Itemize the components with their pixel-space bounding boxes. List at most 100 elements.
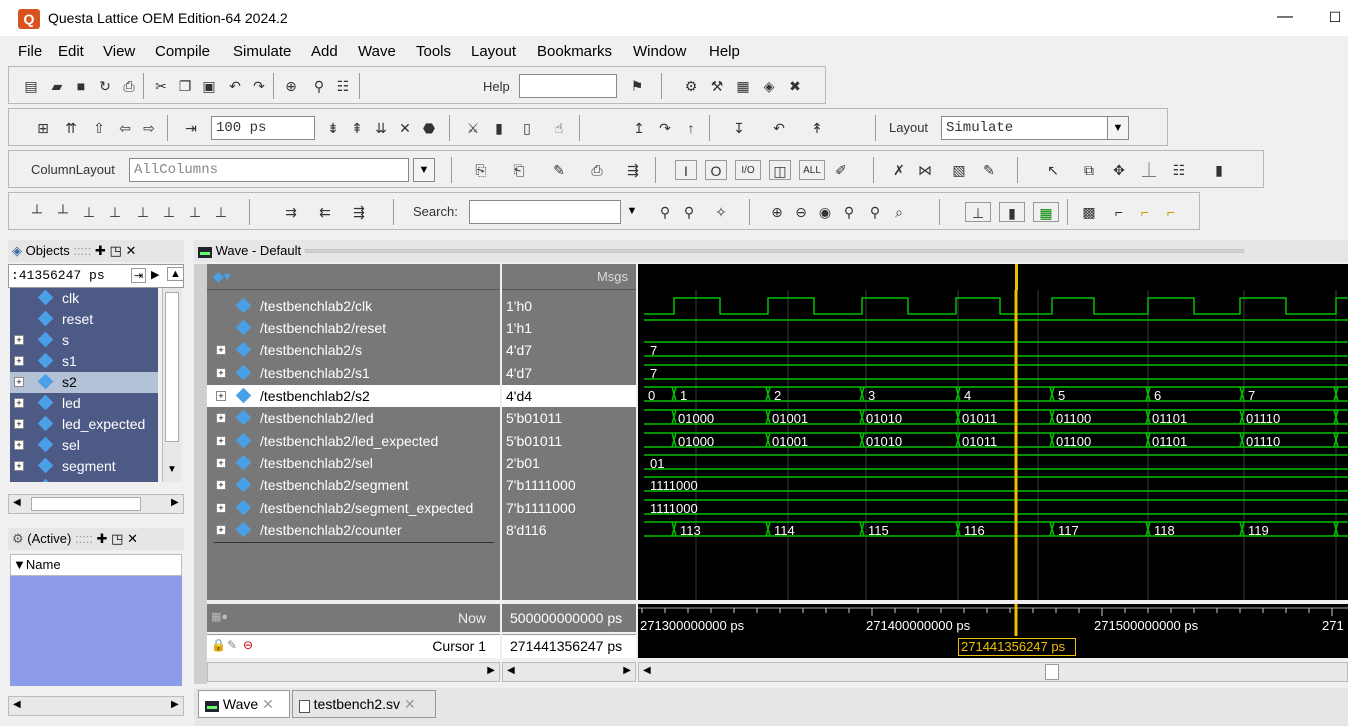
back-icon[interactable]: ⇦ bbox=[115, 118, 135, 138]
object-led-expected[interactable]: + led_expected bbox=[10, 414, 158, 435]
expand-collapse-icon[interactable]: ✗ bbox=[889, 160, 909, 180]
expand-icon[interactable]: + bbox=[14, 335, 24, 345]
tab-wave-close-icon[interactable]: ✕ bbox=[262, 696, 274, 712]
inout-port-icon[interactable]: I/O bbox=[735, 160, 761, 180]
value-hscroll[interactable]: ◀ ▶ bbox=[502, 662, 636, 682]
stoplight-icon[interactable]: ▮ bbox=[1209, 160, 1229, 180]
objects-scroll-right-icon[interactable]: ▶ bbox=[171, 497, 179, 508]
minimize-button[interactable]: — bbox=[1268, 6, 1302, 30]
tab-testbench2[interactable]: testbench2.sv ✕ bbox=[292, 690, 436, 718]
wave-signal-menu-icon[interactable]: ◆▾ bbox=[213, 268, 231, 285]
stop-icon[interactable]: ⬣ bbox=[419, 118, 439, 138]
signal-row-s[interactable]: +/testbenchlab2/s bbox=[207, 339, 500, 361]
cursor-delete-icon[interactable]: ⊖ bbox=[243, 638, 253, 652]
delete-cursor-icon[interactable]: ⇇ bbox=[315, 202, 335, 222]
maximize-button[interactable]: ☐ bbox=[1322, 6, 1348, 30]
step-back-icon[interactable]: ↧ bbox=[729, 118, 749, 138]
new-file-icon[interactable]: ▤ bbox=[21, 76, 41, 96]
objects-close-icon[interactable]: ✕ bbox=[125, 243, 136, 258]
objects-hscroll[interactable]: ◀ ▶ bbox=[8, 494, 184, 514]
zoom-full-icon[interactable]: ◉ bbox=[815, 202, 835, 222]
find-next-icon[interactable]: ⊥ bbox=[211, 202, 231, 222]
signal-row-led-expected[interactable]: +/testbenchlab2/led_expected bbox=[207, 430, 500, 452]
menu-tools[interactable]: Tools bbox=[416, 43, 451, 60]
tab-testbench2-close-icon[interactable]: ✕ bbox=[404, 696, 416, 712]
menu-window[interactable]: Window bbox=[633, 43, 686, 60]
wave-export-icon[interactable]: ⇶ bbox=[623, 160, 643, 180]
find-icon[interactable]: ⚲ bbox=[309, 76, 329, 96]
filter-icon[interactable]: ✐ bbox=[831, 160, 851, 180]
structure-icon[interactable]: ☷ bbox=[333, 76, 353, 96]
menu-simulate[interactable]: Simulate bbox=[233, 43, 291, 60]
value-scroll-right-icon[interactable]: ▶ bbox=[623, 665, 631, 676]
copy-icon[interactable]: ❐ bbox=[175, 76, 195, 96]
timeline-icon[interactable]: ▦● bbox=[211, 610, 228, 623]
active-add-icon[interactable]: ✚ bbox=[97, 531, 108, 546]
wave-line-icon[interactable]: ⊥ bbox=[965, 202, 991, 222]
internal-icon[interactable]: ◫ bbox=[769, 160, 791, 180]
wave-fill-icon[interactable]: ▦ bbox=[1033, 202, 1059, 222]
active-hscroll[interactable]: ◀ ▶ bbox=[8, 696, 184, 716]
waveform-canvas[interactable]: 7 7 0 1 2 3 4 5 6 7 01000 01001 01010 01… bbox=[638, 290, 1348, 600]
wave-copy-icon[interactable]: ⎙ bbox=[587, 160, 607, 180]
cursor-lock-icon[interactable]: 🔒 bbox=[211, 638, 226, 652]
expand-icon[interactable]: + bbox=[14, 398, 24, 408]
help-search-icon[interactable]: ⚑ bbox=[627, 76, 647, 96]
prev-edge-icon[interactable]: ⊥ bbox=[79, 202, 99, 222]
objects-time-step-icon[interactable]: ⇥ bbox=[131, 268, 147, 283]
cursor-row[interactable]: 🔒 ✎ ⊖ Cursor 1 bbox=[207, 634, 500, 658]
zoom-last-icon[interactable]: ⌕ bbox=[889, 202, 909, 222]
erase-icon[interactable]: ✎ bbox=[979, 160, 999, 180]
profile-icon[interactable]: ▯ bbox=[517, 118, 537, 138]
break-sim-icon[interactable]: ✕ bbox=[395, 118, 415, 138]
value-scroll-left-icon[interactable]: ◀ bbox=[507, 665, 515, 676]
restart-icon[interactable]: ⇈ bbox=[61, 118, 81, 138]
object-sel[interactable]: + sel bbox=[10, 435, 158, 456]
wave-hscroll[interactable]: ◀ bbox=[638, 662, 1348, 682]
zoom-in-icon[interactable]: ⊕ bbox=[767, 202, 787, 222]
objects-time-next-icon[interactable]: ▶ bbox=[151, 268, 159, 281]
signal-row-s2[interactable]: +/testbenchlab2/s2 bbox=[207, 385, 500, 407]
redo-icon[interactable]: ↷ bbox=[249, 76, 269, 96]
search-forward-icon[interactable]: ⚲ bbox=[655, 202, 675, 222]
step-over-back-icon[interactable]: ↶ bbox=[769, 118, 789, 138]
run-all-icon[interactable]: ⇊ bbox=[371, 118, 391, 138]
step-out-back-icon[interactable]: ↟ bbox=[807, 118, 827, 138]
expand-icon[interactable]: + bbox=[216, 413, 226, 423]
objects-vscroll[interactable]: ▼ bbox=[162, 288, 182, 482]
merge-icon[interactable]: ⋈ bbox=[915, 160, 935, 180]
signal-row-reset[interactable]: /testbenchlab2/reset bbox=[207, 317, 500, 339]
breakpoint-icon[interactable]: ⚔ bbox=[463, 118, 483, 138]
signal-row-segment-expected[interactable]: +/testbenchlab2/segment_expected bbox=[207, 497, 500, 519]
all-icon[interactable]: ALL bbox=[799, 160, 825, 180]
expand-icon[interactable]: + bbox=[216, 391, 226, 401]
step-out-icon[interactable]: ↑ bbox=[681, 118, 701, 138]
objects-scroll-down-icon[interactable]: ▼ bbox=[167, 464, 177, 475]
run-length-icon[interactable]: ⇥ bbox=[181, 118, 201, 138]
open-folder-icon[interactable]: ▰ bbox=[47, 76, 67, 96]
objects-undock-icon[interactable]: ◳ bbox=[110, 243, 122, 258]
cursor-1-tag[interactable]: 271441356247 ps bbox=[958, 638, 1076, 656]
object-segment-expected[interactable]: +segment_expected bbox=[10, 477, 158, 482]
paste-icon[interactable]: ▣ bbox=[199, 76, 219, 96]
save-icon[interactable]: ■ bbox=[71, 76, 91, 96]
active-close-icon[interactable]: ✕ bbox=[127, 531, 138, 546]
prev-transition-icon[interactable]: ⊥ bbox=[133, 202, 153, 222]
active-scroll-left-icon[interactable]: ◀ bbox=[13, 699, 21, 710]
signal-hscroll[interactable]: ▶ bbox=[207, 662, 500, 682]
pan-mode-icon[interactable]: ✥ bbox=[1109, 160, 1129, 180]
expand-icon[interactable]: + bbox=[216, 525, 226, 535]
find-prev-icon[interactable]: ⊥ bbox=[185, 202, 205, 222]
run-length-input[interactable]: 100 ps bbox=[211, 116, 315, 140]
edge-rise-icon[interactable]: ┴ bbox=[27, 202, 47, 222]
layout-select[interactable]: Simulate bbox=[941, 116, 1109, 140]
objects-scroll-left-icon[interactable]: ◀ bbox=[13, 497, 21, 508]
wave-hscroll-thumb[interactable] bbox=[1045, 664, 1059, 680]
column-layout-dropdown-icon[interactable]: ▼ bbox=[413, 158, 435, 182]
wave-edit-icon[interactable]: ✎ bbox=[549, 160, 569, 180]
input-port-icon[interactable]: I bbox=[675, 160, 697, 180]
expand-icon[interactable]: + bbox=[14, 419, 24, 429]
break-icon[interactable]: ◈ bbox=[759, 76, 779, 96]
lock-cursor-icon[interactable]: ⇶ bbox=[349, 202, 369, 222]
menu-add[interactable]: Add bbox=[311, 43, 338, 60]
